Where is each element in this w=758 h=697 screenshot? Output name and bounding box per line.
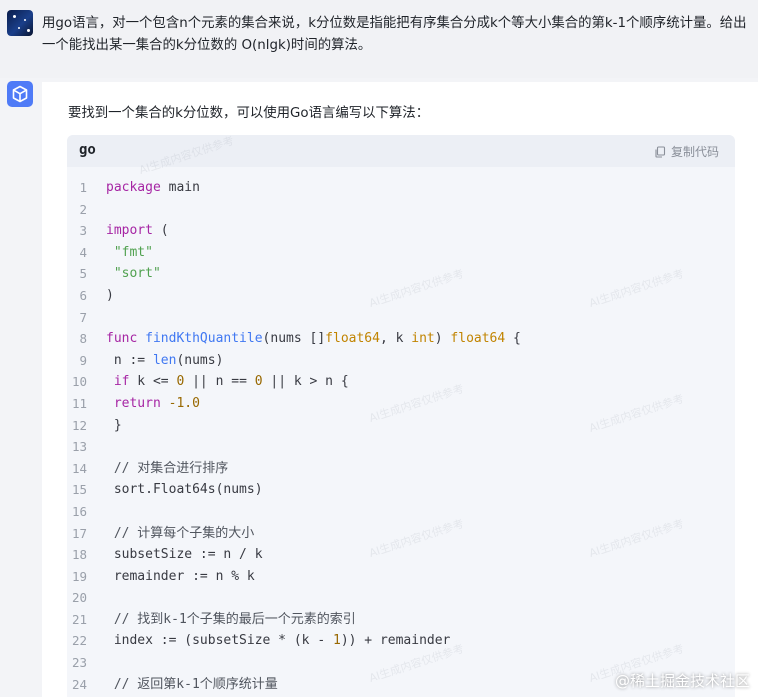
- copy-code-button[interactable]: 复制代码: [654, 143, 719, 160]
- code-line-text: // 计算每个子集的大小: [113, 525, 255, 541]
- code-line: 19 remainder := n % k: [67, 566, 735, 588]
- code-line: 13: [67, 436, 735, 458]
- line-number: 20: [71, 590, 87, 606]
- line-number: 5: [79, 266, 87, 282]
- code-line: 22 index := (subsetSize * (k - 1)) + rem…: [67, 630, 735, 652]
- line-number: 17: [71, 525, 87, 541]
- line-number: 12: [71, 417, 87, 433]
- code-line: 10 if k <= 0 || n == 0 || k > n {: [67, 371, 735, 393]
- code-line-text: n := len(nums): [106, 352, 224, 368]
- code-block-header: go 复制代码: [67, 135, 735, 167]
- brand-text: @稀土掘金技术社区: [614, 672, 750, 690]
- code-line-text: // 返回第k-1个顺序统计量: [113, 676, 278, 692]
- code-line-text: remainder := n % k: [106, 568, 255, 584]
- cube-icon: [12, 85, 28, 103]
- code-line: 4 "fmt": [67, 242, 735, 264]
- code-line: 18 subsetSize := n / k: [67, 544, 735, 566]
- code-body: 1 package main 2 3 import (4 "fmt" 5 "sort" 6)…: [67, 177, 735, 695]
- assistant-answer-card: 要找到一个集合的k分位数，可以使用Go语言编写以下算法： go 复制代码 1 pa…: [42, 82, 758, 697]
- line-number: 1: [79, 180, 87, 195]
- code-line: 9 n := len(nums): [67, 350, 735, 372]
- code-line: 17 // 计算每个子集的大小: [67, 523, 735, 545]
- line-number: 22: [71, 633, 87, 649]
- code-line: 15 sort.Float64s(nums): [67, 479, 735, 501]
- line-number: 8: [79, 331, 87, 347]
- line-number: 9: [79, 352, 87, 368]
- line-number: 6: [79, 287, 87, 303]
- assistant-avatar: [7, 81, 33, 107]
- code-line: 3 import (: [67, 220, 735, 242]
- line-number: 21: [71, 611, 87, 627]
- code-line-text: subsetSize := n / k: [106, 547, 263, 563]
- code-line-text: sort.Float64s(nums): [106, 482, 263, 498]
- copy-code-label: 复制代码: [670, 145, 719, 159]
- code-line: 11 return -1.0: [67, 393, 735, 415]
- code-line: 12 }: [67, 415, 735, 437]
- code-line: 2: [67, 199, 735, 221]
- line-number: 4: [79, 244, 87, 260]
- user-avatar: [7, 10, 33, 36]
- code-line-text: "fmt": [113, 244, 153, 260]
- line-number: 10: [71, 374, 87, 390]
- code-line: 1 package main: [67, 177, 735, 199]
- code-line-text: return -1.0: [113, 395, 200, 411]
- code-line-text: // 找到k-1个子集的最后一个元素的索引: [113, 611, 356, 627]
- answer-intro: 要找到一个集合的k分位数，可以使用Go语言编写以下算法：: [68, 106, 430, 121]
- line-number: 19: [71, 568, 87, 584]
- code-line: 14 // 对集合进行排序: [67, 458, 735, 480]
- code-block: go 复制代码 1 package main 2 3 import (4 "fmt" 5 …: [67, 135, 735, 697]
- line-number: 14: [71, 460, 87, 476]
- user-message-text: 用go语言，对一个包含n个元素的集合来说，k分位数是指能把有序集合分成k个等大小…: [42, 16, 747, 53]
- code-line-text: package main: [106, 180, 200, 195]
- code-line: 5 "sort": [67, 263, 735, 285]
- line-number: 11: [71, 395, 87, 411]
- code-line: 20: [67, 587, 735, 609]
- line-number: 15: [71, 482, 87, 498]
- site-brand-watermark: @稀土掘金技术社区: [615, 670, 750, 691]
- line-number: 18: [71, 547, 87, 563]
- code-line-text: if k <= 0 || n == 0 || k > n {: [113, 374, 349, 390]
- code-line: 8 func findKthQuantile(nums []float64, k …: [67, 328, 735, 350]
- line-number: 16: [71, 503, 87, 519]
- code-line: 6): [67, 285, 735, 307]
- code-language-label: go: [79, 142, 96, 158]
- line-number: 7: [79, 309, 87, 325]
- code-line: 7: [67, 307, 735, 329]
- line-number: 3: [79, 223, 87, 239]
- code-line-text: import (: [106, 223, 169, 239]
- line-number: 23: [71, 655, 87, 671]
- code-line-text: index := (subsetSize * (k - 1)) + remain…: [106, 633, 451, 649]
- code-line-text: }: [106, 417, 122, 433]
- code-line-text: "sort": [113, 266, 161, 282]
- line-number: 24: [71, 676, 87, 692]
- code-line-text: ): [106, 287, 114, 303]
- user-message-row: 用go语言，对一个包含n个元素的集合来说，k分位数是指能把有序集合分成k个等大小…: [0, 0, 758, 78]
- code-line: 21 // 找到k-1个子集的最后一个元素的索引: [67, 609, 735, 631]
- code-line: 16: [67, 501, 735, 523]
- copy-icon: [655, 145, 666, 158]
- code-line-text: func findKthQuantile(nums []float64, k i…: [106, 331, 521, 347]
- line-number: 2: [79, 201, 87, 217]
- line-number: 13: [71, 439, 87, 455]
- code-line-text: // 对集合进行排序: [113, 460, 229, 476]
